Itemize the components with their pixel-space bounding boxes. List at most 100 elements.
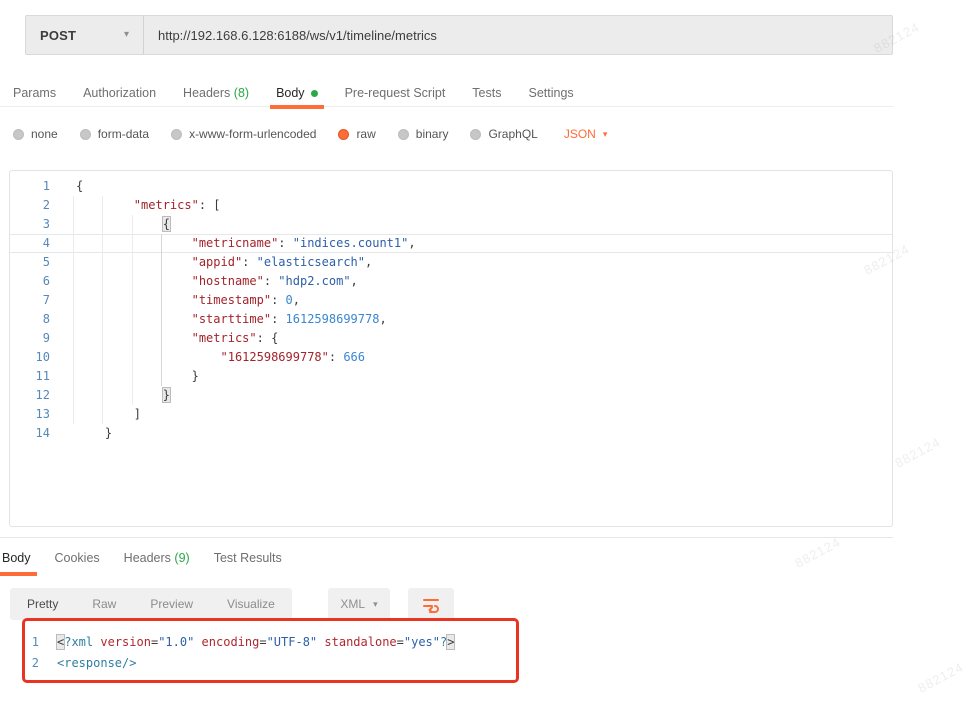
line-number: 4 <box>10 234 60 253</box>
tab-headers[interactable]: Headers (8) <box>183 82 249 106</box>
line-number: 1 <box>9 632 47 653</box>
line-number: 13 <box>10 405 60 424</box>
code-line[interactable]: 6 "hostname": "hdp2.com", <box>10 272 892 291</box>
method-dropdown[interactable]: POST ▾ <box>26 16 144 54</box>
method-label: POST <box>40 28 76 43</box>
indent-guide <box>132 215 133 405</box>
code-text: "metricname": "indices.count1", <box>60 234 416 253</box>
tab-params[interactable]: Params <box>13 82 56 106</box>
line-number: 11 <box>10 367 60 386</box>
wrap-lines-button[interactable] <box>408 588 454 620</box>
code-text: { <box>60 177 83 196</box>
code-text: { <box>60 215 170 234</box>
code-line[interactable]: 4 "metricname": "indices.count1", <box>10 234 892 253</box>
tab-prerequest-script[interactable]: Pre-request Script <box>345 82 446 106</box>
line-number: 2 <box>9 653 47 674</box>
response-format-dropdown[interactable]: XML ▾ <box>328 588 390 620</box>
radio-icon <box>13 129 24 140</box>
section-divider <box>0 537 893 538</box>
watermark-text: 882124 <box>892 434 943 470</box>
mode-x-www-form-urlencoded[interactable]: x-www-form-urlencoded <box>171 127 316 141</box>
chevron-down-icon: ▾ <box>603 130 608 139</box>
code-line[interactable]: 13 ] <box>10 405 892 424</box>
code-line[interactable]: 3 { <box>10 215 892 234</box>
tab-tests[interactable]: Tests <box>472 82 501 106</box>
chevron-down-icon: ▾ <box>124 30 129 40</box>
code-text: "starttime": 1612598699778, <box>60 310 387 329</box>
line-number: 10 <box>10 348 60 367</box>
code-line[interactable]: 10 "1612598699778": 666 <box>10 348 892 367</box>
request-body-editor[interactable]: 1{2 "metrics": [3 {4 "metricname": "indi… <box>9 170 893 527</box>
request-url-bar: POST ▾ http://192.168.6.128:6188/ws/v1/t… <box>25 15 893 55</box>
mode-none[interactable]: none <box>13 127 58 141</box>
mode-raw[interactable]: raw <box>338 127 375 141</box>
code-text: } <box>60 367 199 386</box>
indent-guide <box>73 196 74 424</box>
view-visualize[interactable]: Visualize <box>210 588 292 620</box>
line-number: 6 <box>10 272 60 291</box>
code-line[interactable]: 2<response/> <box>9 653 609 674</box>
chevron-down-icon: ▾ <box>373 600 378 609</box>
code-text: "timestamp": 0, <box>60 291 300 310</box>
line-number: 8 <box>10 310 60 329</box>
mode-binary[interactable]: binary <box>398 127 449 141</box>
code-line[interactable]: 14 } <box>10 424 892 443</box>
language-dropdown[interactable]: JSON ▾ <box>564 127 608 141</box>
view-preview[interactable]: Preview <box>133 588 210 620</box>
response-tabs: Body Cookies Headers (9) Test Results <box>2 547 282 573</box>
code-text: <response/> <box>47 653 136 674</box>
code-text: } <box>60 424 112 443</box>
view-pretty[interactable]: Pretty <box>10 588 75 620</box>
code-line[interactable]: 12 } <box>10 386 892 405</box>
tab-body[interactable]: Body <box>276 82 318 106</box>
url-text: http://192.168.6.128:6188/ws/v1/timeline… <box>158 28 437 43</box>
response-tab-headers[interactable]: Headers (9) <box>124 547 190 573</box>
headers-count: (8) <box>234 86 249 100</box>
body-modified-dot-icon <box>311 90 318 97</box>
response-headers-count: (9) <box>174 551 189 565</box>
indent-guide <box>161 234 162 386</box>
wrap-lines-icon <box>420 593 442 615</box>
line-number: 14 <box>10 424 60 443</box>
response-tab-cookies[interactable]: Cookies <box>55 547 100 573</box>
code-line[interactable]: 2 "metrics": [ <box>10 196 892 215</box>
code-text: "metrics": [ <box>60 196 221 215</box>
response-body-editor[interactable]: 1<?xml version="1.0" encoding="UTF-8" st… <box>9 632 609 674</box>
line-number: 2 <box>10 196 60 215</box>
code-text: "appid": "elasticsearch", <box>60 253 372 272</box>
code-line[interactable]: 1<?xml version="1.0" encoding="UTF-8" st… <box>9 632 609 653</box>
code-line[interactable]: 11 } <box>10 367 892 386</box>
mode-graphql[interactable]: GraphQL <box>470 127 537 141</box>
postman-window: POST ▾ http://192.168.6.128:6188/ws/v1/t… <box>0 0 977 703</box>
code-text: "metrics": { <box>60 329 278 348</box>
radio-icon <box>171 129 182 140</box>
line-number: 3 <box>10 215 60 234</box>
code-line[interactable]: 1{ <box>10 177 892 196</box>
line-number: 9 <box>10 329 60 348</box>
code-text: } <box>60 386 170 405</box>
url-input[interactable]: http://192.168.6.128:6188/ws/v1/timeline… <box>144 16 892 54</box>
radio-icon <box>470 129 481 140</box>
code-line[interactable]: 9 "metrics": { <box>10 329 892 348</box>
code-line[interactable]: 5 "appid": "elasticsearch", <box>10 253 892 272</box>
radio-icon <box>80 129 91 140</box>
view-raw[interactable]: Raw <box>75 588 133 620</box>
response-view-group: Pretty Raw Preview Visualize <box>10 588 292 620</box>
code-text: "1612598699778": 666 <box>60 348 365 367</box>
line-number: 1 <box>10 177 60 196</box>
format-label: XML <box>340 597 365 611</box>
line-number: 5 <box>10 253 60 272</box>
line-number: 7 <box>10 291 60 310</box>
mode-form-data[interactable]: form-data <box>80 127 149 141</box>
tab-authorization[interactable]: Authorization <box>83 82 156 106</box>
watermark-text: 882124 <box>915 659 966 695</box>
code-line[interactable]: 7 "timestamp": 0, <box>10 291 892 310</box>
response-tab-test-results[interactable]: Test Results <box>214 547 282 573</box>
indent-guide <box>102 196 103 424</box>
response-tab-body[interactable]: Body <box>2 547 31 573</box>
tab-settings[interactable]: Settings <box>528 82 573 106</box>
line-number: 12 <box>10 386 60 405</box>
watermark-text: 882124 <box>792 534 843 570</box>
code-line[interactable]: 8 "starttime": 1612598699778, <box>10 310 892 329</box>
radio-selected-icon <box>338 129 349 140</box>
